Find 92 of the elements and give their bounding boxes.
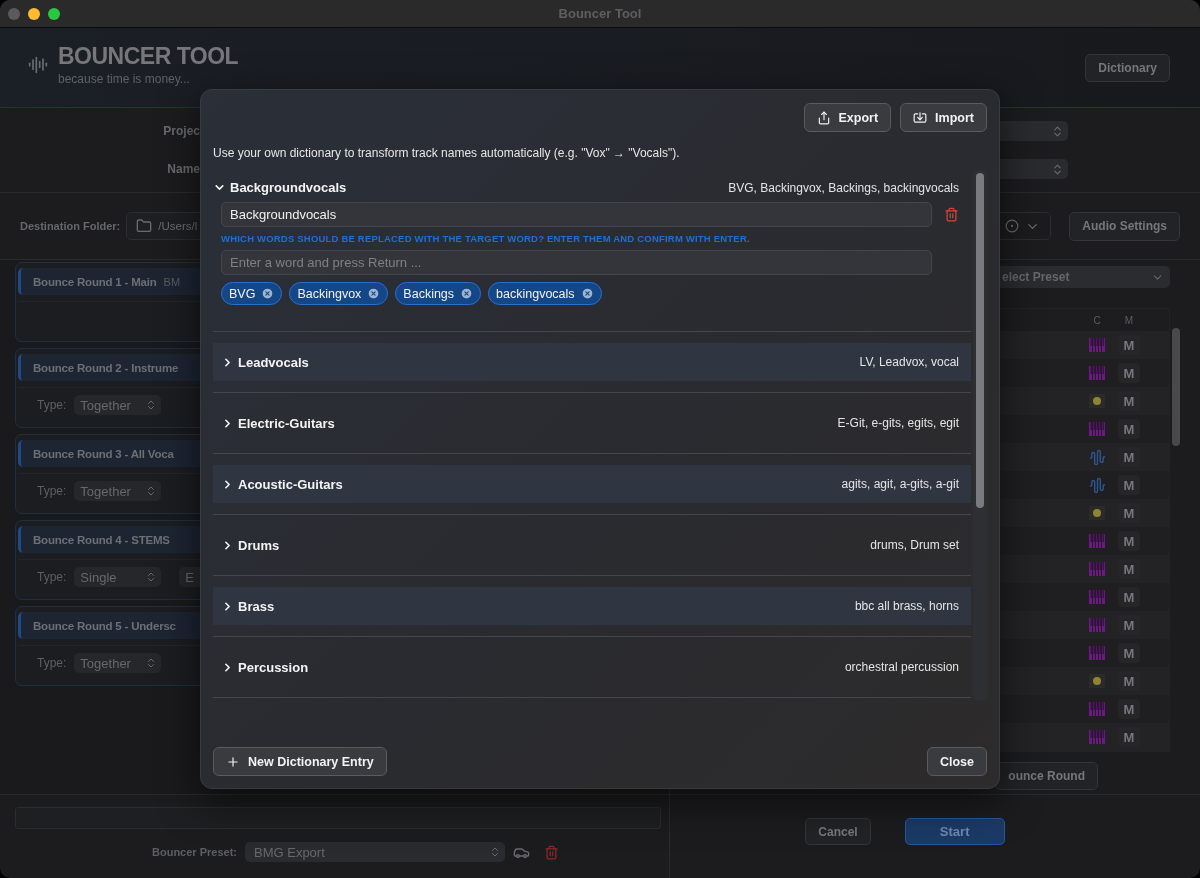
field-label: Destination Folder: [20,220,121,232]
entry-summary: E-Git, e-gits, egits, egit [837,416,959,430]
piano-icon [1089,590,1105,604]
start-button[interactable]: Start [904,818,1005,845]
stepper-icon [1051,124,1064,138]
export-button[interactable]: Export [803,103,892,132]
round-title: Bounce Round 5 - Undersc [33,619,176,632]
remove-icon[interactable] [460,287,474,300]
remove-icon[interactable] [367,287,381,300]
entry-summary: agits, agit, a-gits, a-git [841,477,959,491]
word-chip[interactable]: Backingvox [289,282,389,305]
field-label: Bouncer Preset: [152,846,237,858]
round-tag: BM [163,275,181,288]
mute-button[interactable]: M [1118,587,1140,607]
entry-summary: orchestral percussion [844,660,959,674]
entry-header[interactable]: Drums [221,537,871,553]
waveform-logo-icon [28,54,48,75]
piano-icon [1089,534,1105,548]
type-label: Type: [37,656,67,670]
piano-icon [1089,562,1105,576]
entry-header[interactable]: Acoustic-Guitars [221,476,842,492]
entry-summary: LV, Leadvox, vocal [859,355,959,369]
import-button[interactable]: Import [900,103,987,132]
word-chip[interactable]: BVG [221,282,283,305]
import-icon [913,110,928,125]
waveform-icon [1088,476,1106,494]
word-chip[interactable]: backingvocals [488,282,602,305]
plus-icon [226,754,240,769]
type-label: Type: [37,398,67,412]
remove-icon[interactable] [580,287,594,300]
remove-icon[interactable] [261,287,275,300]
circle-dot-icon [1005,219,1020,233]
round-title: Bounce Round 2 - Instrume [33,361,179,374]
type-label: Type: [37,484,67,498]
piano-icon [1089,366,1105,380]
stepper-icon [1051,162,1064,176]
text-field[interactable] [15,807,661,829]
piano-icon [1089,338,1105,352]
app-title: BOUNCER TOOL [58,43,239,70]
piano-icon [1089,618,1105,632]
round-title: Bounce Round 1 - Main [33,275,157,288]
new-entry-button[interactable]: New Dictionary Entry [213,747,387,776]
entry-header[interactable]: Electric-Guitars [221,415,838,431]
mute-button[interactable]: M [1118,363,1140,383]
piano-icon [1089,730,1105,744]
minimize-button[interactable] [28,7,40,20]
stepper-icon [489,846,501,858]
field-label: Projec [162,124,200,138]
type-label: Type: [37,570,67,584]
field-label: Name [166,162,200,176]
entry-summary: drums, Drum set [870,538,959,552]
preset-select[interactable]: BMG Export [245,842,505,862]
column-header: C [1092,314,1102,326]
word-chip[interactable]: Backings [395,282,482,305]
scrollbar[interactable] [976,173,984,508]
description-text: Use your own dictionary to transform track names automatically (e.g. "Vox" → "Vocals"). [213,146,681,160]
dictionary-button[interactable]: Dictionary [1085,53,1170,82]
app-subtitle: because time is money... [58,72,191,86]
round-title: Bounce Round 3 - All Voca [33,447,174,460]
round-title: Bounce Round 4 - STEMS [33,533,170,546]
zoom-button[interactable] [48,7,60,20]
piano-icon [1089,422,1105,436]
share-icon [816,110,831,125]
type-select[interactable]: Single [74,567,162,587]
close-dialog-button[interactable]: Close [926,747,987,776]
piano-icon [1089,646,1105,660]
entry-header[interactable]: Backgroundvocals [213,180,347,195]
folder-icon [136,218,153,234]
entry-summary: bbc all brass, horns [854,599,959,613]
mute-button[interactable]: M [1118,419,1140,439]
target-word-field[interactable]: Backgroundvocals [221,202,932,227]
mute-button[interactable]: M [1118,531,1140,551]
add-round-button[interactable]: ounce Round [995,762,1098,790]
type-select[interactable]: Together [74,653,162,673]
piano-icon [1089,702,1105,716]
audio-settings-button[interactable]: Audio Settings [1069,211,1180,241]
word-input-field[interactable]: Enter a word and press Return ... [221,250,932,275]
entry-header[interactable]: Leadvocals [221,354,860,370]
mute-button[interactable]: M [1118,475,1140,495]
trash-icon[interactable] [944,207,959,222]
entry-header[interactable]: Brass [221,598,855,614]
hint-text: WHICH WORDS SHOULD BE REPLACED WITH THE TARGET WORD? ENTER THEM AND CONFIRM WITH ENTER. [220,233,751,244]
waveform-icon [1088,448,1106,466]
entry-summary: BVG, Backingvox, Backings, backingvocals [728,180,959,195]
type-select[interactable]: Together [74,395,162,415]
mute-button[interactable]: M [1118,643,1140,663]
type-select[interactable]: Together [74,481,162,501]
entry-header[interactable]: Percussion [221,659,845,675]
column-header: M [1123,314,1135,326]
mute-button[interactable]: M [1118,699,1140,719]
scrollbar[interactable] [1172,328,1180,446]
cancel-button[interactable]: Cancel [805,818,871,845]
